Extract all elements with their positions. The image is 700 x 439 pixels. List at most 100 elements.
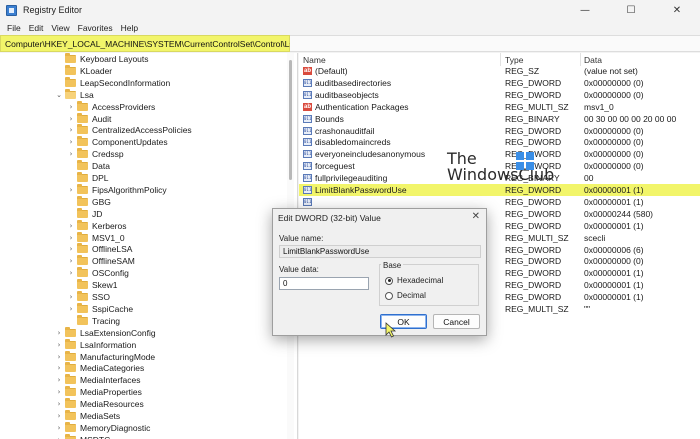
chevron-right-icon[interactable]: › — [55, 400, 63, 408]
tree-item-label: MSDTC — [80, 435, 110, 439]
value-row[interactable]: ab (Default) REG_SZ (value not set) — [299, 65, 700, 77]
tree-item[interactable]: JD — [67, 207, 102, 220]
value-row[interactable]: 011 crashonauditfail REG_DWORD 0x00000000 (… — [299, 125, 700, 137]
chevron-right-icon[interactable]: › — [55, 376, 63, 384]
address-bar[interactable]: Computer\HKEY_LOCAL_MACHINE\SYSTEM\Curre… — [0, 35, 298, 52]
tree-item[interactable]: › MediaCategories — [55, 362, 144, 374]
chevron-right-icon[interactable]: › — [55, 412, 63, 420]
hexadecimal-label: Hexadecimal — [397, 276, 444, 285]
tree-item[interactable]: ›MSDTC — [55, 433, 110, 439]
chevron-right-icon[interactable]: › — [55, 341, 63, 349]
chevron-right-icon[interactable]: › — [55, 364, 63, 372]
chevron-right-icon[interactable]: › — [67, 222, 75, 230]
tree-item[interactable]: › OfflineSAM — [67, 255, 135, 267]
tree-item[interactable]: › FipsAlgorithmPolicy — [67, 183, 167, 196]
chevron-right-icon[interactable]: › — [67, 150, 75, 158]
menu-favorites[interactable]: Favorites — [74, 23, 117, 33]
chevron-right-icon[interactable]: › — [55, 388, 63, 396]
hexadecimal-radio[interactable] — [385, 276, 393, 285]
folder-icon — [65, 326, 76, 337]
chevron-right-icon[interactable]: › — [55, 329, 63, 337]
minimize-button[interactable]: — — [562, 0, 608, 20]
tree-item[interactable]: › Kerberos — [67, 219, 127, 232]
folder-icon — [77, 100, 88, 111]
chevron-right-icon[interactable]: › — [67, 234, 75, 242]
tree-item[interactable]: Data — [67, 160, 110, 172]
tree-item[interactable]: Skew1 — [67, 279, 118, 291]
value-row[interactable]: 011 auditbasedirectories REG_DWORD 0x000000… — [299, 77, 700, 89]
chevron-right-icon[interactable]: › — [67, 257, 75, 265]
menu-file[interactable]: File — [3, 23, 25, 33]
chevron-right-icon[interactable]: › — [67, 245, 75, 253]
tree-item[interactable]: › OfflineLSA — [67, 243, 132, 255]
chevron-right-icon[interactable]: › — [67, 305, 75, 313]
close-button[interactable]: ✕ — [654, 0, 700, 20]
tree-item[interactable]: LeapSecondInformation — [55, 76, 170, 89]
tree-item[interactable]: › LsaInformation — [55, 338, 136, 351]
tree-item[interactable]: › MSV1_0 — [67, 231, 125, 244]
tree-item[interactable]: › CentralizedAccessPolicies — [67, 124, 192, 136]
tree-item[interactable]: › SSO — [67, 291, 110, 303]
folder-icon — [77, 124, 88, 135]
tree-item[interactable]: › AccessProviders — [67, 100, 155, 113]
value-data: (value not set) — [584, 66, 638, 76]
decimal-radio[interactable] — [385, 291, 393, 300]
menu-help[interactable]: Help — [117, 23, 142, 33]
value-row[interactable]: 011 auditbaseobjects REG_DWORD 0x00000000 (… — [299, 89, 700, 101]
chevron-right-icon[interactable]: › — [67, 115, 75, 123]
tree-item[interactable]: › MemoryDiagnostic — [55, 421, 150, 434]
tree-item-label: OfflineSAM — [92, 256, 135, 267]
chevron-right-icon[interactable]: › — [55, 424, 63, 432]
value-row[interactable]: 011 REG_DWORD 0x00000001 (1) — [299, 196, 700, 208]
chevron-right-icon[interactable]: › — [67, 186, 75, 194]
tree-item[interactable]: › MediaResources — [55, 398, 144, 410]
value-row[interactable]: 011 Bounds REG_BINARY 00 30 00 00 00 20 00 … — [299, 113, 700, 125]
menu-view[interactable]: View — [47, 23, 73, 33]
value-name: ab Authentication Packages — [303, 101, 409, 113]
chevron-right-icon[interactable]: › — [55, 353, 63, 361]
tree-item[interactable]: Keyboard Layouts — [55, 53, 149, 65]
maximize-button[interactable]: ☐ — [608, 0, 654, 20]
value-row[interactable]: 011 LimitBlankPasswordUse REG_DWORD 0x00000… — [299, 184, 700, 196]
tree-item[interactable]: › ManufacturingMode — [55, 350, 155, 363]
key-tree-pane[interactable]: Keyboard Layouts KLoader LeapSecondInforma… — [0, 53, 298, 439]
dialog-close-button[interactable]: ✕ — [472, 211, 480, 222]
value-row[interactable]: ab Authentication Packages REG_MULTI_SZ msv… — [299, 101, 700, 113]
tree-item[interactable]: › Audit — [67, 112, 111, 125]
tree-item[interactable]: › MediaProperties — [55, 386, 142, 398]
value-name-text: auditbaseobjects — [315, 89, 379, 100]
tree-item[interactable]: › MediaInterfaces — [55, 374, 140, 386]
value-data: 0x00000000 (0) — [584, 125, 644, 136]
value-data: 0x00000006 (6) — [584, 244, 644, 255]
chevron-right-icon[interactable]: › — [67, 293, 75, 301]
value-data-field[interactable]: 0 — [279, 277, 369, 290]
tree-item[interactable]: GBG — [67, 195, 111, 208]
tree-item[interactable]: › Credssp — [67, 148, 124, 160]
tree-item[interactable]: › OSConfig — [67, 267, 129, 279]
decimal-option[interactable]: Decimal — [385, 291, 426, 300]
tree-item[interactable]: KLoader — [55, 64, 112, 77]
chevron-right-icon[interactable]: › — [67, 103, 75, 111]
folder-icon — [65, 374, 76, 385]
hexadecimal-option[interactable]: Hexadecimal — [385, 276, 443, 285]
menu-edit[interactable]: Edit — [25, 23, 48, 33]
value-name-text: (Default) — [315, 66, 348, 76]
tree-scrollbar-thumb[interactable] — [289, 60, 292, 180]
tree-item[interactable]: › MediaSets — [55, 410, 120, 422]
chevron-right-icon[interactable]: › — [67, 138, 75, 146]
tree-item[interactable]: ⌄ Lsa — [55, 88, 94, 101]
chevron-right-icon[interactable]: › — [67, 126, 75, 134]
cancel-button[interactable]: Cancel — [433, 314, 480, 329]
tree-item[interactable]: DPL — [67, 172, 109, 184]
tree-item[interactable]: › SspiCache — [67, 302, 133, 315]
value-type: REG_DWORD — [505, 185, 562, 195]
folder-icon — [77, 195, 88, 206]
tree-item[interactable]: › ComponentUpdates — [67, 136, 168, 148]
value-row[interactable]: 011 disabledomaincreds REG_DWORD 0x00000000… — [299, 136, 700, 148]
tree-item[interactable]: › LsaExtensionConfig — [55, 326, 156, 339]
address-bar-empty-area[interactable] — [290, 35, 700, 52]
tree-item[interactable]: Tracing — [67, 314, 120, 327]
chevron-down-icon[interactable]: ⌄ — [55, 91, 63, 99]
chevron-right-icon[interactable]: › — [67, 269, 75, 277]
binary-value-icon: 011 — [303, 114, 312, 123]
